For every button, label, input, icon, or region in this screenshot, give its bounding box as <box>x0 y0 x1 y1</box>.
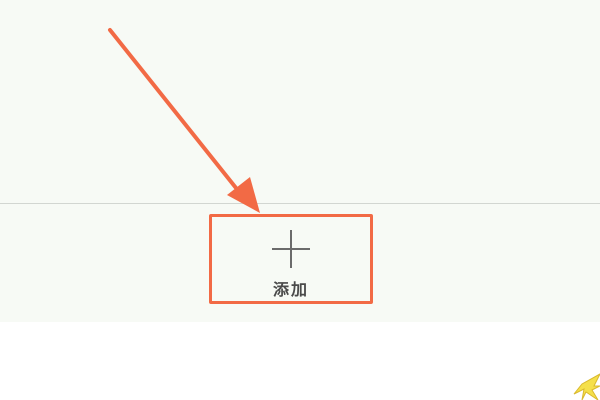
add-label: 添加 <box>272 280 309 299</box>
toolbar-divider <box>0 203 600 204</box>
screen: 添加 <box>0 0 600 400</box>
plus-icon <box>272 230 310 268</box>
add-button[interactable]: 添加 <box>212 214 370 302</box>
sparkle-icon <box>573 373 600 400</box>
